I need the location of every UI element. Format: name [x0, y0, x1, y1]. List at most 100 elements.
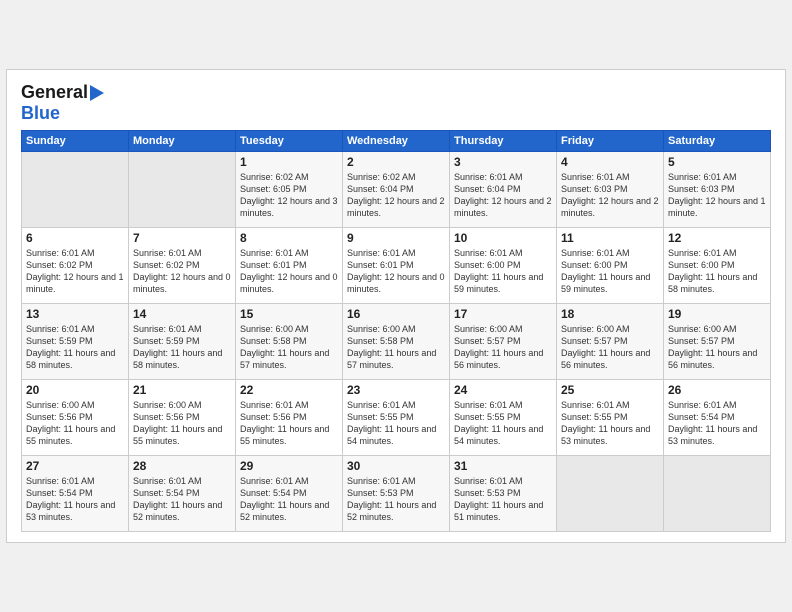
day-cell: 16Sunrise: 6:00 AM Sunset: 5:58 PM Dayli…	[343, 304, 450, 380]
day-number: 7	[133, 231, 231, 245]
day-cell: 8 Sunrise: 6:01 AM Sunset: 6:01 PM Daylig…	[236, 228, 343, 304]
day-number: 23	[347, 383, 445, 397]
day-info: Sunrise: 6:00 AM Sunset: 5:56 PM Dayligh…	[26, 399, 124, 448]
day-cell: 18 Sunrise: 6:00 AM Sunset: 5:57 PM Dayli…	[557, 304, 664, 380]
day-info: Sunrise: 6:01 AM Sunset: 6:03 PM Dayligh…	[561, 171, 659, 220]
header-row: General Blue	[21, 82, 771, 124]
day-info: Sunrise: 6:01 AM Sunset: 5:53 PM Dayligh…	[347, 475, 445, 524]
day-info: Sunrise: 6:01 AM Sunset: 6:02 PM Dayligh…	[133, 247, 231, 296]
day-cell: 10Sunrise: 6:01 AM Sunset: 6:00 PM Dayli…	[450, 228, 557, 304]
day-cell: 24 Sunrise: 6:01 AM Sunset: 5:55 PM Dayli…	[450, 380, 557, 456]
day-info: Sunrise: 6:01 AM Sunset: 5:54 PM Dayligh…	[26, 475, 124, 524]
day-number: 12	[668, 231, 766, 245]
day-number: 26	[668, 383, 766, 397]
day-info: Sunrise: 6:01 AM Sunset: 6:02 PM Dayligh…	[26, 247, 124, 296]
day-number: 20	[26, 383, 124, 397]
day-cell: 6 Sunrise: 6:01 AM Sunset: 6:02 PM Daylig…	[22, 228, 129, 304]
day-info: Sunrise: 6:02 AM Sunset: 6:05 PM Dayligh…	[240, 171, 338, 220]
day-cell: 14Sunrise: 6:01 AM Sunset: 5:59 PM Dayli…	[129, 304, 236, 380]
day-info: Sunrise: 6:00 AM Sunset: 5:57 PM Dayligh…	[668, 323, 766, 372]
day-number: 16	[347, 307, 445, 321]
day-info: Sunrise: 6:01 AM Sunset: 6:01 PM Dayligh…	[347, 247, 445, 296]
day-cell: 26 Sunrise: 6:01 AM Sunset: 5:54 PM Dayli…	[664, 380, 771, 456]
calendar-table: SundayMondayTuesdayWednesdayThursdayFrid…	[21, 130, 771, 532]
day-number: 27	[26, 459, 124, 473]
day-cell: 23 Sunrise: 6:01 AM Sunset: 5:55 PM Dayli…	[343, 380, 450, 456]
day-cell: 19 Sunrise: 6:00 AM Sunset: 5:57 PM Dayli…	[664, 304, 771, 380]
weekday-header-tuesday: Tuesday	[236, 131, 343, 152]
weekday-header-row: SundayMondayTuesdayWednesdayThursdayFrid…	[22, 131, 771, 152]
day-number: 17	[454, 307, 552, 321]
day-number: 3	[454, 155, 552, 169]
day-cell	[22, 152, 129, 228]
day-cell: 1 Sunrise: 6:02 AM Sunset: 6:05 PM Daylig…	[236, 152, 343, 228]
week-row-3: 20 Sunrise: 6:00 AM Sunset: 5:56 PM Dayli…	[22, 380, 771, 456]
day-info: Sunrise: 6:00 AM Sunset: 5:57 PM Dayligh…	[561, 323, 659, 372]
day-cell: 28 Sunrise: 6:01 AM Sunset: 5:54 PM Dayli…	[129, 456, 236, 532]
day-cell: 9 Sunrise: 6:01 AM Sunset: 6:01 PM Daylig…	[343, 228, 450, 304]
day-info: Sunrise: 6:01 AM Sunset: 6:01 PM Dayligh…	[240, 247, 338, 296]
day-info: Sunrise: 6:00 AM Sunset: 5:57 PM Dayligh…	[454, 323, 552, 372]
logo-general: General	[21, 82, 88, 103]
day-number: 13	[26, 307, 124, 321]
day-info: Sunrise: 6:01 AM Sunset: 6:03 PM Dayligh…	[668, 171, 766, 220]
day-info: Sunrise: 6:02 AM Sunset: 6:04 PM Dayligh…	[347, 171, 445, 220]
day-cell: 31Sunrise: 6:01 AM Sunset: 5:53 PM Dayli…	[450, 456, 557, 532]
day-number: 24	[454, 383, 552, 397]
day-info: Sunrise: 6:01 AM Sunset: 5:59 PM Dayligh…	[133, 323, 231, 372]
day-info: Sunrise: 6:01 AM Sunset: 5:55 PM Dayligh…	[454, 399, 552, 448]
day-info: Sunrise: 6:01 AM Sunset: 5:54 PM Dayligh…	[240, 475, 338, 524]
day-cell	[664, 456, 771, 532]
weekday-header-monday: Monday	[129, 131, 236, 152]
day-cell: 12Sunrise: 6:01 AM Sunset: 6:00 PM Dayli…	[664, 228, 771, 304]
day-number: 21	[133, 383, 231, 397]
day-info: Sunrise: 6:00 AM Sunset: 5:58 PM Dayligh…	[240, 323, 338, 372]
logo: General Blue	[21, 82, 104, 124]
day-cell: 17 Sunrise: 6:00 AM Sunset: 5:57 PM Dayli…	[450, 304, 557, 380]
weekday-header-wednesday: Wednesday	[343, 131, 450, 152]
day-number: 18	[561, 307, 659, 321]
weekday-header-thursday: Thursday	[450, 131, 557, 152]
logo-arrow-icon	[90, 85, 104, 101]
day-number: 15	[240, 307, 338, 321]
weekday-header-saturday: Saturday	[664, 131, 771, 152]
day-number: 22	[240, 383, 338, 397]
week-row-1: 6 Sunrise: 6:01 AM Sunset: 6:02 PM Daylig…	[22, 228, 771, 304]
weekday-header-friday: Friday	[557, 131, 664, 152]
day-info: Sunrise: 6:01 AM Sunset: 5:55 PM Dayligh…	[561, 399, 659, 448]
week-row-4: 27 Sunrise: 6:01 AM Sunset: 5:54 PM Dayli…	[22, 456, 771, 532]
day-cell: 22 Sunrise: 6:01 AM Sunset: 5:56 PM Dayli…	[236, 380, 343, 456]
day-number: 6	[26, 231, 124, 245]
day-cell: 11Sunrise: 6:01 AM Sunset: 6:00 PM Dayli…	[557, 228, 664, 304]
day-info: Sunrise: 6:01 AM Sunset: 5:55 PM Dayligh…	[347, 399, 445, 448]
day-cell	[129, 152, 236, 228]
weekday-header-sunday: Sunday	[22, 131, 129, 152]
day-number: 2	[347, 155, 445, 169]
day-cell	[557, 456, 664, 532]
day-info: Sunrise: 6:01 AM Sunset: 5:54 PM Dayligh…	[133, 475, 231, 524]
day-number: 30	[347, 459, 445, 473]
day-info: Sunrise: 6:00 AM Sunset: 5:56 PM Dayligh…	[133, 399, 231, 448]
day-number: 28	[133, 459, 231, 473]
day-cell: 27 Sunrise: 6:01 AM Sunset: 5:54 PM Dayli…	[22, 456, 129, 532]
day-number: 29	[240, 459, 338, 473]
day-number: 25	[561, 383, 659, 397]
day-number: 5	[668, 155, 766, 169]
day-info: Sunrise: 6:01 AM Sunset: 6:00 PM Dayligh…	[561, 247, 659, 296]
day-cell: 30 Sunrise: 6:01 AM Sunset: 5:53 PM Dayli…	[343, 456, 450, 532]
day-cell: 25 Sunrise: 6:01 AM Sunset: 5:55 PM Dayli…	[557, 380, 664, 456]
day-info: Sunrise: 6:01 AM Sunset: 6:00 PM Dayligh…	[454, 247, 552, 296]
day-cell: 7 Sunrise: 6:01 AM Sunset: 6:02 PM Daylig…	[129, 228, 236, 304]
day-cell: 29 Sunrise: 6:01 AM Sunset: 5:54 PM Dayli…	[236, 456, 343, 532]
day-info: Sunrise: 6:01 AM Sunset: 6:04 PM Dayligh…	[454, 171, 552, 220]
day-cell: 3 Sunrise: 6:01 AM Sunset: 6:04 PM Daylig…	[450, 152, 557, 228]
day-cell: 20 Sunrise: 6:00 AM Sunset: 5:56 PM Dayli…	[22, 380, 129, 456]
day-number: 9	[347, 231, 445, 245]
day-info: Sunrise: 6:01 AM Sunset: 5:54 PM Dayligh…	[668, 399, 766, 448]
day-cell: 4Sunrise: 6:01 AM Sunset: 6:03 PM Daylig…	[557, 152, 664, 228]
day-info: Sunrise: 6:01 AM Sunset: 5:56 PM Dayligh…	[240, 399, 338, 448]
week-row-0: 1 Sunrise: 6:02 AM Sunset: 6:05 PM Daylig…	[22, 152, 771, 228]
day-number: 19	[668, 307, 766, 321]
day-number: 8	[240, 231, 338, 245]
day-number: 1	[240, 155, 338, 169]
